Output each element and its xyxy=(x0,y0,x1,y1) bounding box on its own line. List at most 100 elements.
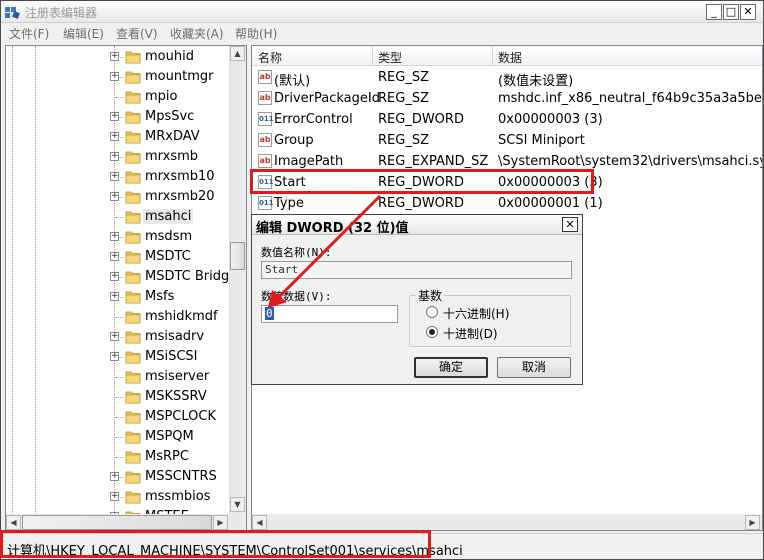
tree-item[interactable]: MSKSSRV xyxy=(6,387,232,407)
tree-horizontal-scrollbar[interactable]: ◀ ▶ xyxy=(6,514,246,530)
expand-plus-icon[interactable]: + xyxy=(110,232,119,241)
tree-item[interactable]: msahci xyxy=(6,207,232,227)
menu-favorites[interactable]: 收藏夹(A) xyxy=(170,25,224,42)
column-header-data[interactable]: 数据 xyxy=(498,49,522,66)
title-bar[interactable]: 注册表编辑器 _ □ ✕ xyxy=(1,1,763,23)
tree-item-label[interactable]: msdsm xyxy=(145,229,192,244)
value-row[interactable]: ab Group REG_SZ SCSI Miniport xyxy=(252,130,762,151)
scroll-right-arrow-icon[interactable]: ▶ xyxy=(213,515,228,530)
dialog-title-bar[interactable]: 编辑 DWORD (32 位)值 ✕ xyxy=(252,215,582,236)
column-divider[interactable] xyxy=(372,46,373,66)
list-horizontal-scrollbar[interactable]: ◀ ▶ xyxy=(252,514,762,530)
tree-item[interactable]: + mouhid xyxy=(6,47,232,67)
tree-item[interactable]: msiserver xyxy=(6,367,232,387)
menu-help[interactable]: 帮助(H) xyxy=(235,25,277,42)
expand-plus-icon[interactable]: + xyxy=(110,472,119,481)
value-row[interactable]: 011 ErrorControl REG_DWORD 0x00000003 (3) xyxy=(252,109,762,130)
key-tree-pane[interactable]: + mouhid + mountmgr mpio + MpsSvc + MRxDAV + mrxsm… xyxy=(5,45,247,531)
tree-item[interactable]: + MRxDAV xyxy=(6,127,232,147)
scroll-down-arrow-icon[interactable]: ▼ xyxy=(230,497,245,512)
column-header-type[interactable]: 类型 xyxy=(378,49,402,66)
hex-radio[interactable] xyxy=(426,306,438,318)
expand-plus-icon[interactable]: + xyxy=(110,352,119,361)
tree-item-label[interactable]: MpsSvc xyxy=(145,109,194,124)
scroll-left-arrow-icon[interactable]: ◀ xyxy=(252,515,267,530)
tree-item[interactable]: + Msfs xyxy=(6,287,232,307)
column-divider[interactable] xyxy=(492,46,493,66)
expand-plus-icon[interactable]: + xyxy=(110,132,119,141)
expand-plus-icon[interactable]: + xyxy=(110,252,119,261)
close-icon[interactable]: ✕ xyxy=(562,217,578,232)
tree-item-label[interactable]: MSDTC xyxy=(145,249,191,264)
tree-item-label[interactable]: MSPQM xyxy=(145,429,194,444)
tree-item-label[interactable]: MRxDAV xyxy=(145,129,200,144)
menu-file[interactable]: 文件(F) xyxy=(9,25,49,42)
expand-plus-icon[interactable]: + xyxy=(110,332,119,341)
scroll-thumb[interactable] xyxy=(22,515,212,530)
tree-item[interactable]: + mrxsmb10 xyxy=(6,167,232,187)
expand-plus-icon[interactable]: + xyxy=(110,272,119,281)
tree-item[interactable]: + MSSCNTRS xyxy=(6,467,232,487)
ok-button[interactable]: 确定 xyxy=(414,357,488,378)
tree-item-label[interactable]: mssmbios xyxy=(145,489,210,504)
tree-item-label[interactable]: mouhid xyxy=(145,49,194,64)
tree-vertical-scrollbar[interactable]: ▲ ▼ xyxy=(229,46,246,514)
scroll-thumb[interactable] xyxy=(230,242,245,270)
tree-item-label[interactable]: MsRPC xyxy=(145,449,189,464)
minimize-icon[interactable]: _ xyxy=(706,4,722,20)
value-data-input[interactable]: 0 xyxy=(261,305,398,323)
tree-item-label[interactable]: mrxsmb xyxy=(145,149,198,164)
tree-item-label[interactable]: msiserver xyxy=(145,369,209,384)
tree-item[interactable]: MsRPC xyxy=(6,447,232,467)
tree-item-label[interactable]: msisadrv xyxy=(145,329,204,344)
expand-plus-icon[interactable]: + xyxy=(110,112,119,121)
tree-item-label[interactable]: MSSCNTRS xyxy=(145,469,217,484)
tree-item-label[interactable]: mrxsmb10 xyxy=(145,169,215,184)
tree-item[interactable]: MSPQM xyxy=(6,427,232,447)
tree-item[interactable]: mshidkmdf xyxy=(6,307,232,327)
expand-plus-icon[interactable]: + xyxy=(110,192,119,201)
tree-item-label[interactable]: MSiSCSI xyxy=(145,349,198,364)
close-icon[interactable]: ✕ xyxy=(740,4,756,20)
tree-item-label[interactable]: MSKSSRV xyxy=(145,389,207,404)
value-row[interactable]: ab (默认) REG_SZ (数值未设置) xyxy=(252,67,762,89)
scroll-right-arrow-icon[interactable]: ▶ xyxy=(745,515,760,530)
expand-plus-icon[interactable]: + xyxy=(110,492,119,501)
scroll-left-arrow-icon[interactable]: ◀ xyxy=(6,515,21,530)
expand-plus-icon[interactable]: + xyxy=(110,52,119,61)
tree-item[interactable]: + MSDTC Bridge xyxy=(6,267,237,287)
tree-item[interactable]: mpio xyxy=(6,87,232,107)
expand-plus-icon[interactable]: + xyxy=(110,72,119,81)
tree-item[interactable]: + MSiSCSI xyxy=(6,347,232,367)
column-header-name[interactable]: 名称 xyxy=(258,49,282,66)
tree-item[interactable]: + mrxsmb20 xyxy=(6,187,232,207)
tree-item-label[interactable]: MSPCLOCK xyxy=(145,409,216,424)
tree-item-label[interactable]: mshidkmdf xyxy=(145,309,218,324)
menu-edit[interactable]: 编辑(E) xyxy=(63,25,104,42)
tree-item[interactable]: + msisadrv xyxy=(6,327,232,347)
tree-item[interactable]: + mountmgr xyxy=(6,67,232,87)
expand-plus-icon[interactable]: + xyxy=(110,292,119,301)
tree-item[interactable]: MSPCLOCK xyxy=(6,407,232,427)
menu-view[interactable]: 查看(V) xyxy=(116,25,158,42)
tree-item[interactable]: + msdsm xyxy=(6,227,232,247)
expand-plus-icon[interactable]: + xyxy=(110,172,119,181)
scroll-up-arrow-icon[interactable]: ▲ xyxy=(230,46,245,61)
hex-radio-label[interactable]: 十六进制(H) xyxy=(443,305,509,322)
dec-radio[interactable] xyxy=(426,326,438,338)
tree-item-label[interactable]: mountmgr xyxy=(145,69,213,84)
cancel-button[interactable]: 取消 xyxy=(497,357,571,378)
dec-radio-label[interactable]: 十进制(D) xyxy=(443,325,498,342)
tree-item-label[interactable]: MSDTC Bridge xyxy=(145,269,237,284)
value-row[interactable]: ab DriverPackageId REG_SZ mshdc.inf_x86_neu… xyxy=(252,88,762,109)
tree-item[interactable]: + MSDTC xyxy=(6,247,232,267)
tree-item-label[interactable]: mrxsmb20 xyxy=(145,189,215,204)
tree-item-label[interactable]: mpio xyxy=(145,89,177,104)
tree-item[interactable]: + MpsSvc xyxy=(6,107,232,127)
tree-item-label[interactable]: Msfs xyxy=(145,289,174,304)
value-row[interactable]: 011 Type REG_DWORD 0x00000001 (1) xyxy=(252,193,762,214)
tree-item[interactable]: + mssmbios xyxy=(6,487,232,507)
expand-plus-icon[interactable]: + xyxy=(110,152,119,161)
tree-item-label[interactable]: msahci xyxy=(143,209,194,224)
tree-item[interactable]: + mrxsmb xyxy=(6,147,232,167)
